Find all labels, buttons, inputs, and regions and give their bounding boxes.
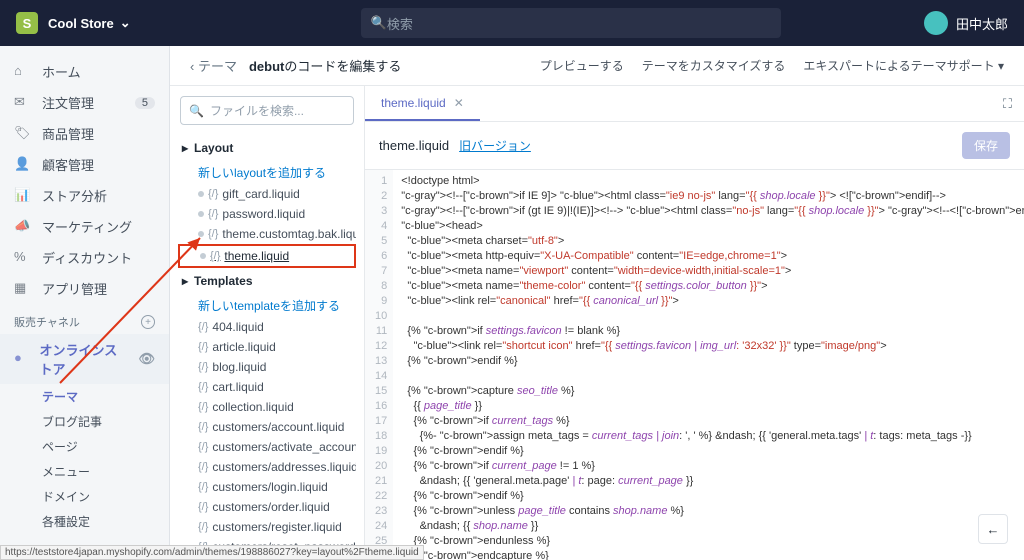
search-placeholder: 検索	[387, 14, 413, 33]
channel-icon: ●	[14, 350, 29, 368]
search-icon: 🔍	[371, 15, 387, 31]
header-action[interactable]: プレビューする	[540, 57, 624, 74]
orders-icon: ✉	[14, 94, 32, 112]
chevron-down-icon: ⌄	[120, 15, 131, 31]
breadcrumb: ‹ テーマ debutのコードを編集する プレビューする テーマをカスタマイズする…	[170, 46, 1024, 86]
file-item[interactable]: {/}customers/order.liquid	[178, 497, 356, 517]
file-item[interactable]: {/}password.liquid	[178, 204, 356, 224]
nav-discount[interactable]: %ディスカウント	[0, 242, 169, 273]
folder-icon: ▸	[182, 274, 188, 288]
user-menu[interactable]: 田中太郎	[924, 11, 1008, 35]
file-item[interactable]: {/}customers/account.liquid	[178, 417, 356, 437]
analytics-icon: 📊	[14, 187, 32, 205]
home-icon: ⌂	[14, 63, 32, 81]
nav-customers[interactable]: 👤顧客管理	[0, 149, 169, 180]
header-action[interactable]: エキスパートによるテーマサポート ▾	[803, 57, 1004, 74]
expand-icon[interactable]: ⛶	[1003, 96, 1012, 112]
sub-nav-item[interactable]: ブログ記事	[0, 409, 169, 434]
close-icon[interactable]: ✕	[454, 96, 464, 110]
file-search[interactable]: 🔍 ファイルを検索...	[180, 96, 354, 125]
tab-theme-liquid[interactable]: theme.liquid ✕	[365, 86, 480, 121]
file-item[interactable]: {/}customers/activate_account.liquid	[178, 437, 356, 457]
back-link[interactable]: ‹ テーマ	[190, 56, 237, 75]
page-title: debutのコードを編集する	[249, 56, 401, 75]
file-header: theme.liquid 旧バージョン 保存	[365, 122, 1024, 169]
filename: theme.liquid	[379, 138, 449, 153]
file-panel: 🔍 ファイルを検索... ▸Layout新しいlayoutを追加する{/}gif…	[170, 86, 365, 560]
file-item[interactable]: {/}404.liquid	[178, 317, 356, 337]
tree-group[interactable]: ▸Layout	[178, 135, 356, 161]
sub-nav-item[interactable]: ドメイン	[0, 484, 169, 509]
sub-nav-item[interactable]: メニュー	[0, 459, 169, 484]
shopify-logo-icon: S	[16, 12, 38, 34]
file-item[interactable]: {/}theme.customtag.bak.liquid	[178, 224, 356, 244]
add-channel-icon[interactable]: +	[141, 315, 155, 329]
channel-item[interactable]: ●オンラインストア👁	[0, 334, 169, 384]
folder-icon: ▸	[182, 141, 188, 155]
back-fab[interactable]: ←	[978, 514, 1008, 544]
add-layout-link[interactable]: 新しいlayoutを追加する	[178, 161, 356, 184]
file-item[interactable]: {/}blog.liquid	[178, 357, 356, 377]
channels-header: 販売チャネル +	[0, 304, 169, 334]
file-item[interactable]: {/}customers/addresses.liquid	[178, 457, 356, 477]
file-item[interactable]: {/}customers/login.liquid	[178, 477, 356, 497]
customers-icon: 👤	[14, 156, 32, 174]
sub-nav-item[interactable]: 各種設定	[0, 509, 169, 534]
sub-nav-item[interactable]: テーマ	[0, 384, 169, 409]
nav-analytics[interactable]: 📊ストア分析	[0, 180, 169, 211]
apps-icon: ▦	[14, 280, 32, 298]
header-action[interactable]: テーマをカスタマイズする	[642, 57, 786, 74]
global-search[interactable]: 🔍 検索	[361, 8, 781, 38]
status-url: https://teststore4japan.myshopify.com/ad…	[0, 545, 424, 560]
topbar: S Cool Store ⌄ 🔍 検索 田中太郎	[0, 0, 1024, 46]
nav-apps[interactable]: ▦アプリ管理	[0, 273, 169, 304]
products-icon: 🏷	[14, 125, 32, 143]
nav-products[interactable]: 🏷商品管理	[0, 118, 169, 149]
marketing-icon: 📣	[14, 218, 32, 236]
add-template-link[interactable]: 新しいtemplateを追加する	[178, 294, 356, 317]
code-area: theme.liquid ✕ ⛶ theme.liquid 旧バージョン 保存 …	[365, 86, 1024, 560]
file-item[interactable]: {/}article.liquid	[178, 337, 356, 357]
old-version-link[interactable]: 旧バージョン	[459, 137, 531, 154]
nav-home[interactable]: ⌂ホーム	[0, 56, 169, 87]
discount-icon: %	[14, 249, 32, 267]
file-item[interactable]: {/}cart.liquid	[178, 377, 356, 397]
file-item[interactable]: {/} theme.liquid	[178, 244, 356, 268]
store-name: Cool Store	[48, 16, 114, 31]
store-switcher[interactable]: Cool Store ⌄	[48, 15, 131, 31]
file-item[interactable]: {/}gift_card.liquid	[178, 184, 356, 204]
nav-orders[interactable]: ✉注文管理5	[0, 87, 169, 118]
user-name: 田中太郎	[956, 14, 1008, 33]
main: ‹ テーマ debutのコードを編集する プレビューする テーマをカスタマイズする…	[170, 46, 1024, 560]
avatar	[924, 11, 948, 35]
code-editor[interactable]: 1234567891011121314151617181920212223242…	[365, 169, 1024, 560]
search-icon: 🔍	[189, 104, 204, 118]
sidebar: ⌂ホーム✉注文管理5🏷商品管理👤顧客管理📊ストア分析📣マーケティング%ディスカウ…	[0, 46, 170, 560]
file-item[interactable]: {/}customers/register.liquid	[178, 517, 356, 537]
file-item[interactable]: {/}collection.liquid	[178, 397, 356, 417]
save-button[interactable]: 保存	[962, 132, 1010, 159]
sub-nav-item[interactable]: ページ	[0, 434, 169, 459]
tree-group[interactable]: ▸Templates	[178, 268, 356, 294]
tabs: theme.liquid ✕ ⛶	[365, 86, 1024, 122]
nav-marketing[interactable]: 📣マーケティング	[0, 211, 169, 242]
eye-icon: 👁	[138, 351, 155, 367]
